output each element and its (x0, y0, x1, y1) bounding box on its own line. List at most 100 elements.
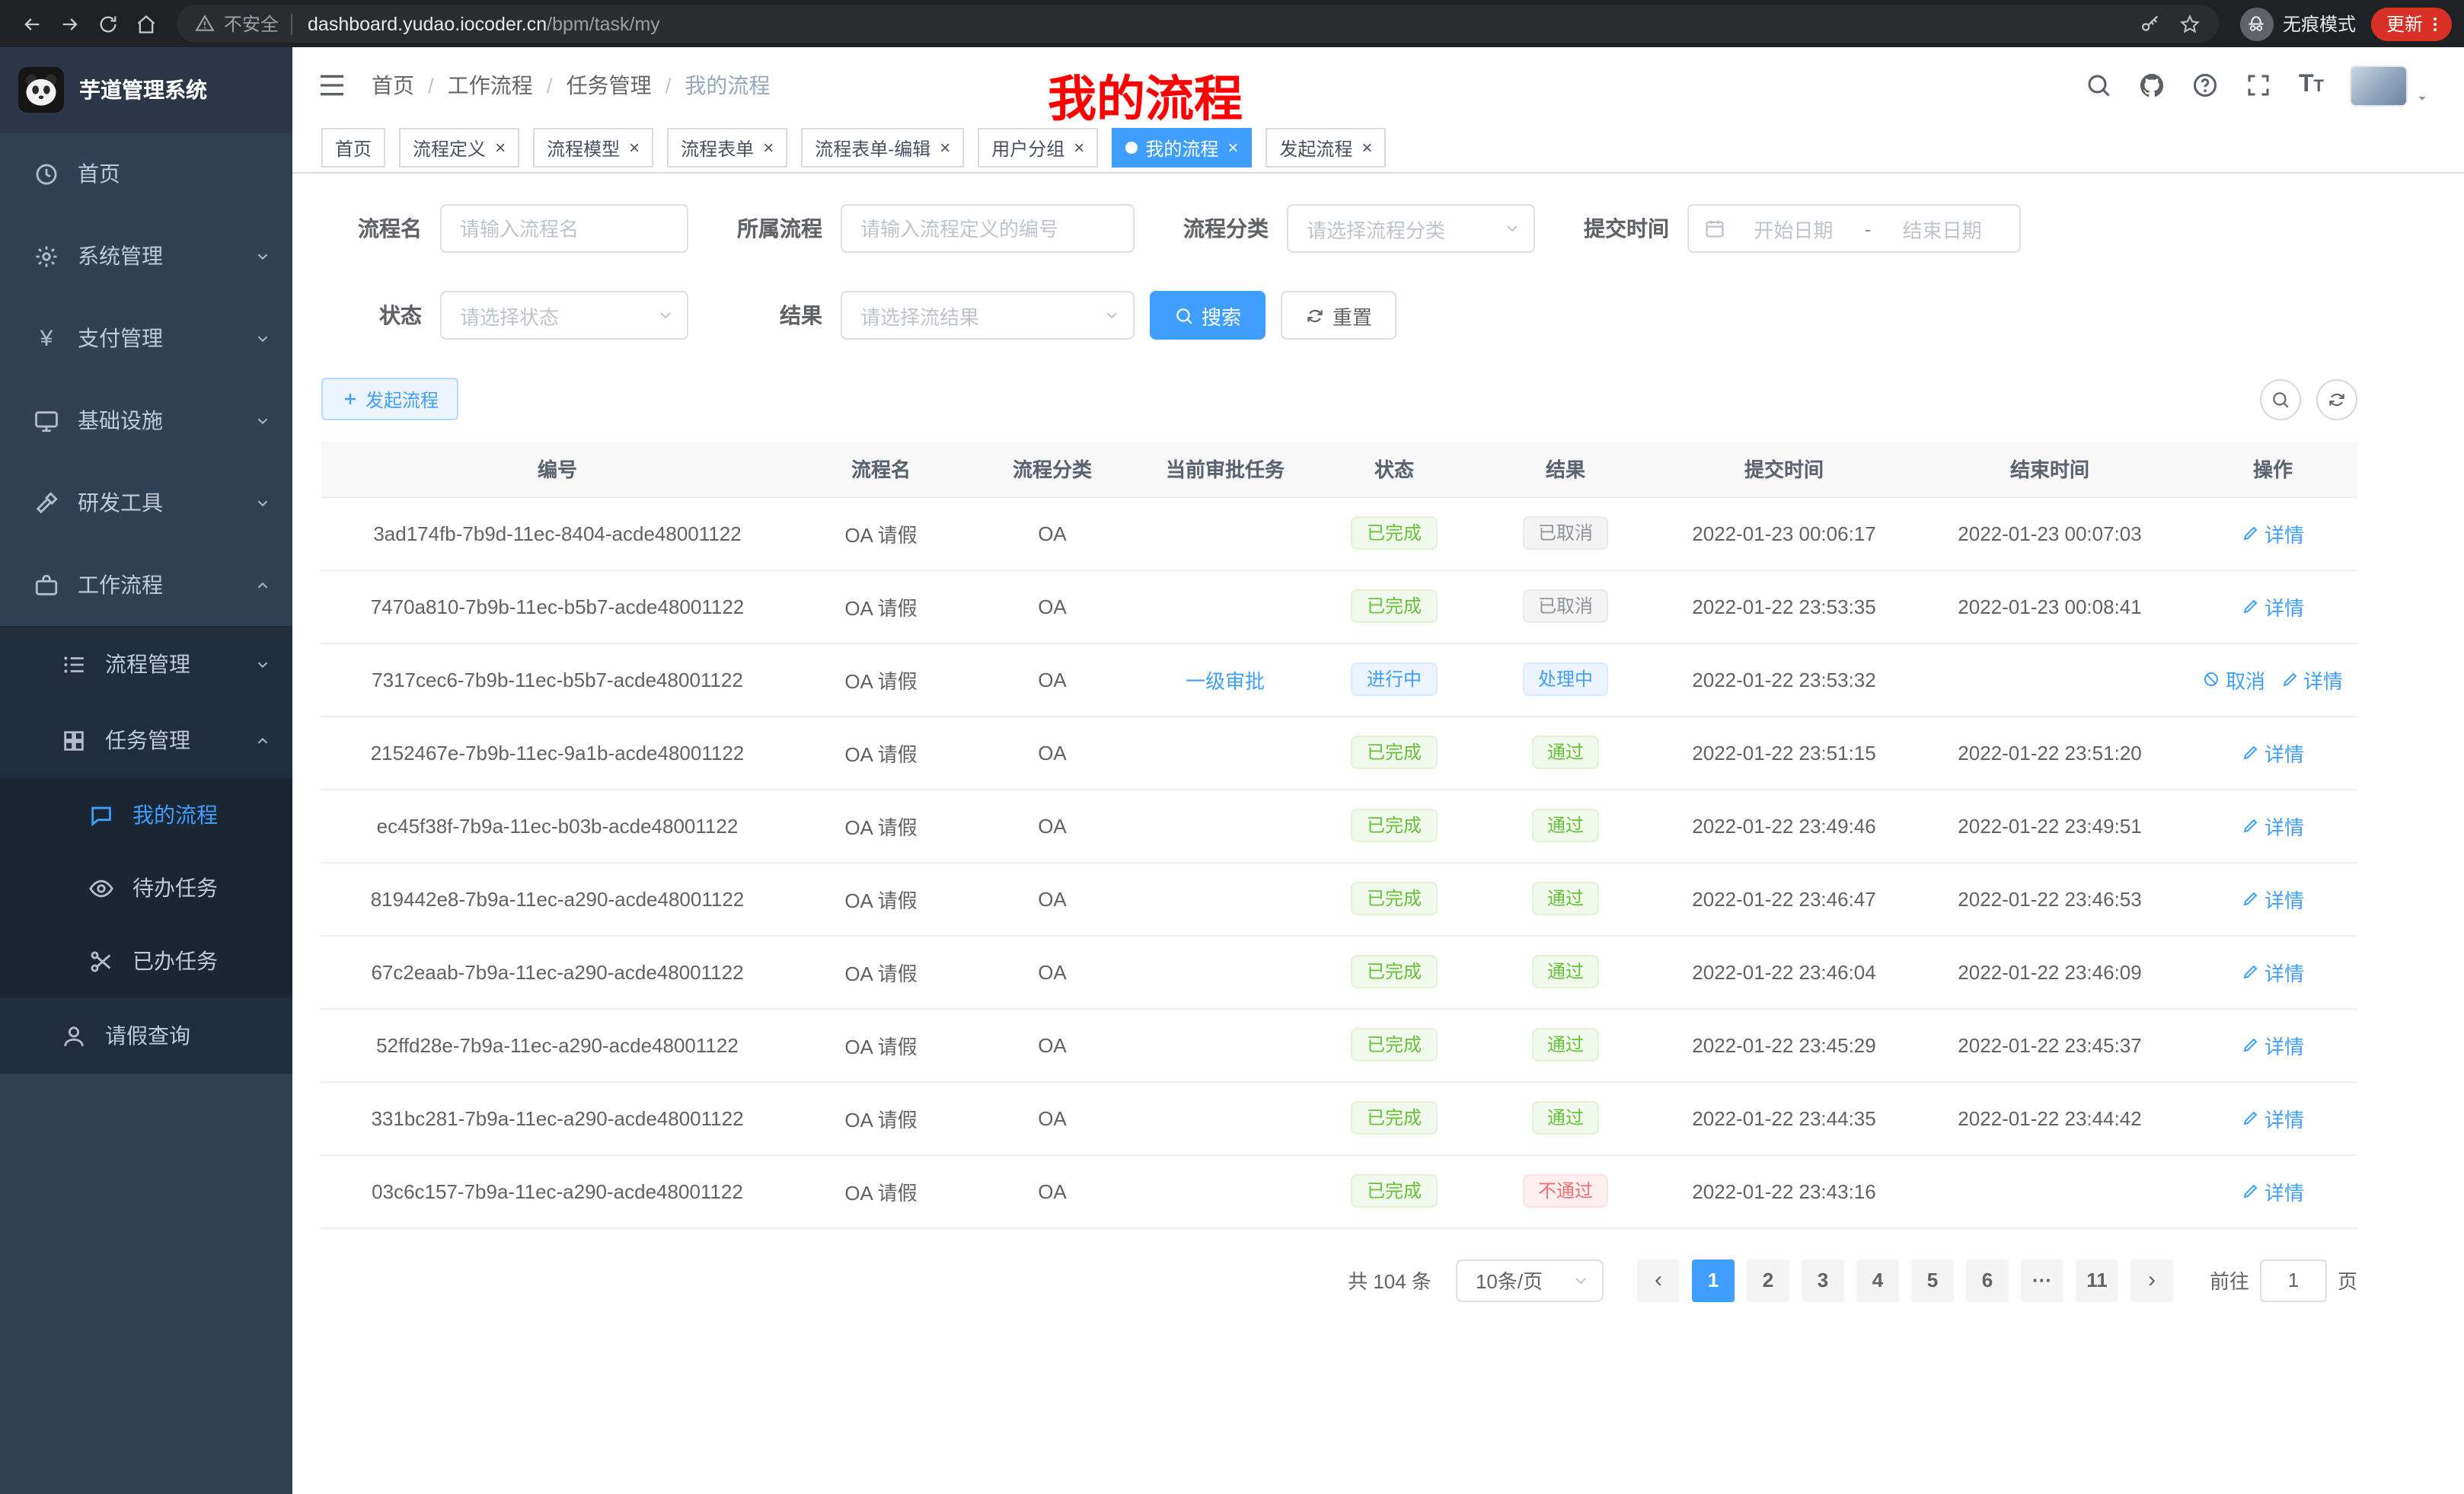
tab[interactable]: 流程表单 × (667, 128, 787, 168)
edit-icon (2242, 1182, 2260, 1200)
page-button[interactable]: 5 (1911, 1259, 1954, 1301)
reset-button[interactable]: 重置 (1281, 291, 1396, 340)
search-icon[interactable] (2086, 72, 2113, 99)
sidebar-item-done-tasks[interactable]: 已办任务 (0, 924, 292, 998)
font-size-icon[interactable]: TT (2299, 73, 2324, 97)
browser-forward-button[interactable] (50, 5, 88, 43)
status-select[interactable]: 请选择状态 (440, 291, 688, 340)
detail-action[interactable]: 详情 (2242, 811, 2304, 840)
end-time: 2022-01-22 23:51:20 (1958, 741, 2141, 764)
page-button[interactable]: ··· (2021, 1259, 2063, 1301)
breadcrumb-item-task-management[interactable]: 任务管理 (567, 70, 652, 101)
result-select[interactable]: 请选择流结果 (841, 291, 1135, 340)
tab-close-icon[interactable]: × (629, 139, 640, 157)
browser-menu-icon[interactable] (2426, 14, 2444, 33)
end-date-input[interactable]: 结束日期 (1880, 214, 2004, 243)
browser-toolbar: 不安全 dashboard.yudao.iocoder.cn/bpm/task/… (0, 0, 2464, 47)
page-button[interactable]: 1 (1692, 1259, 1735, 1301)
sidebar-item-task-management[interactable]: 任务管理 (0, 702, 292, 778)
prev-page-button[interactable]: ‹ (1637, 1259, 1680, 1301)
app-logo[interactable]: 芋道管理系统 (0, 47, 292, 132)
page-button[interactable]: 6 (1966, 1259, 2009, 1301)
sidebar-item-process-management[interactable]: 流程管理 (0, 626, 292, 702)
breadcrumb-item-workflow[interactable]: 工作流程 (448, 70, 533, 101)
help-icon[interactable] (2192, 72, 2220, 99)
detail-action[interactable]: 详情 (2242, 957, 2304, 986)
detail-action[interactable]: 详情 (2242, 519, 2304, 547)
tab-label: 流程定义 (413, 135, 486, 161)
browser-reload-button[interactable] (88, 5, 126, 43)
hamburger-icon[interactable] (317, 70, 347, 101)
breadcrumb-item-home[interactable]: 首页 (372, 70, 414, 101)
browser-home-button[interactable] (126, 5, 164, 43)
cancel-action[interactable]: 取消 (2203, 665, 2265, 694)
process-category: OA (1038, 1106, 1067, 1129)
address-bar[interactable]: 不安全 dashboard.yudao.iocoder.cn/bpm/task/… (177, 5, 2219, 43)
user-menu[interactable] (2350, 65, 2430, 106)
search-icon (1174, 305, 1194, 325)
end-time: 2022-01-22 23:49:51 (1958, 814, 2141, 837)
github-icon[interactable] (2139, 72, 2166, 99)
sidebar-item-system-management[interactable]: 系统管理 (0, 215, 292, 297)
tab[interactable]: 我的流程 × (1112, 128, 1252, 168)
status-tag: 已完成 (1352, 516, 1437, 550)
detail-action[interactable]: 详情 (2242, 592, 2304, 621)
fullscreen-icon[interactable] (2245, 72, 2273, 99)
sidebar-item-leave-query[interactable]: 请假查询 (0, 998, 292, 1074)
sidebar-item-dev-tools[interactable]: 研发工具 (0, 461, 292, 544)
sidebar-item-workflow[interactable]: 工作流程 (0, 544, 292, 626)
tab[interactable]: 首页 × (321, 128, 385, 168)
tab-close-icon[interactable]: × (495, 139, 506, 157)
tab-close-icon[interactable]: × (1361, 139, 1372, 157)
security-label: 不安全 (224, 11, 279, 37)
tab-close-icon[interactable]: × (1227, 139, 1238, 157)
next-page-button[interactable]: › (2130, 1259, 2173, 1301)
detail-action[interactable]: 详情 (2242, 1103, 2304, 1132)
start-date-input[interactable]: 开始日期 (1732, 214, 1856, 243)
create-process-button[interactable]: 发起流程 (321, 378, 458, 420)
bookmark-star-icon[interactable] (2179, 13, 2201, 34)
app-shell: 芋道管理系统 首页 系统管理 ¥ 支付管理 (0, 47, 2464, 1494)
detail-action[interactable]: 详情 (2280, 665, 2343, 694)
monitor-icon (34, 407, 59, 433)
tab-close-icon[interactable]: × (940, 139, 950, 157)
detail-action[interactable]: 详情 (2242, 1176, 2304, 1205)
tab[interactable]: 发起流程 × (1266, 128, 1386, 168)
page-button[interactable]: 2 (1747, 1259, 1789, 1301)
tab-close-icon[interactable]: × (763, 139, 774, 157)
tab-close-icon[interactable]: × (1074, 139, 1084, 157)
sidebar-item-my-processes[interactable]: 我的流程 (0, 778, 292, 851)
sidebar-item-home[interactable]: 首页 (0, 132, 292, 215)
detail-action[interactable]: 详情 (2242, 738, 2304, 767)
sidebar-item-infrastructure[interactable]: 基础设施 (0, 379, 292, 461)
detail-action[interactable]: 详情 (2242, 884, 2304, 913)
page-button[interactable]: 4 (1856, 1259, 1899, 1301)
process-category: OA (1038, 960, 1067, 983)
submit-time-range-picker[interactable]: 开始日期 - 结束日期 (1687, 204, 2021, 253)
tab[interactable]: 流程定义 × (399, 128, 519, 168)
password-key-icon[interactable] (2140, 13, 2161, 34)
sidebar: 芋道管理系统 首页 系统管理 ¥ 支付管理 (0, 47, 292, 1494)
browser-back-button[interactable] (12, 5, 50, 43)
detail-action[interactable]: 详情 (2242, 1030, 2304, 1059)
end-time: 2022-01-23 00:08:41 (1958, 595, 2141, 618)
tab[interactable]: 用户分组 × (978, 128, 1098, 168)
page-button[interactable]: 3 (1802, 1259, 1844, 1301)
parent-process-input[interactable] (841, 204, 1135, 253)
search-button[interactable]: 搜索 (1150, 291, 1266, 340)
current-task-link[interactable]: 一级审批 (1186, 665, 1265, 694)
page-button[interactable]: 11 (2076, 1259, 2118, 1301)
sidebar-item-payment-management[interactable]: ¥ 支付管理 (0, 297, 292, 379)
category-select[interactable]: 请选择流程分类 (1287, 204, 1535, 253)
tab[interactable]: 流程模型 × (533, 128, 653, 168)
process-name: OA 请假 (844, 523, 917, 546)
tab[interactable]: 流程表单-编辑 × (801, 128, 964, 168)
process-name-input[interactable] (440, 204, 688, 253)
sidebar-item-todo-tasks[interactable]: 待办任务 (0, 851, 292, 924)
column-result: 结果 (1474, 442, 1657, 496)
show-search-toggle-button[interactable] (2260, 378, 2301, 420)
goto-page-input[interactable] (2260, 1259, 2327, 1301)
browser-update-button[interactable]: 更新 (2371, 7, 2452, 40)
page-size-select[interactable]: 10条/页 (1456, 1259, 1604, 1301)
refresh-table-button[interactable] (2316, 378, 2357, 420)
